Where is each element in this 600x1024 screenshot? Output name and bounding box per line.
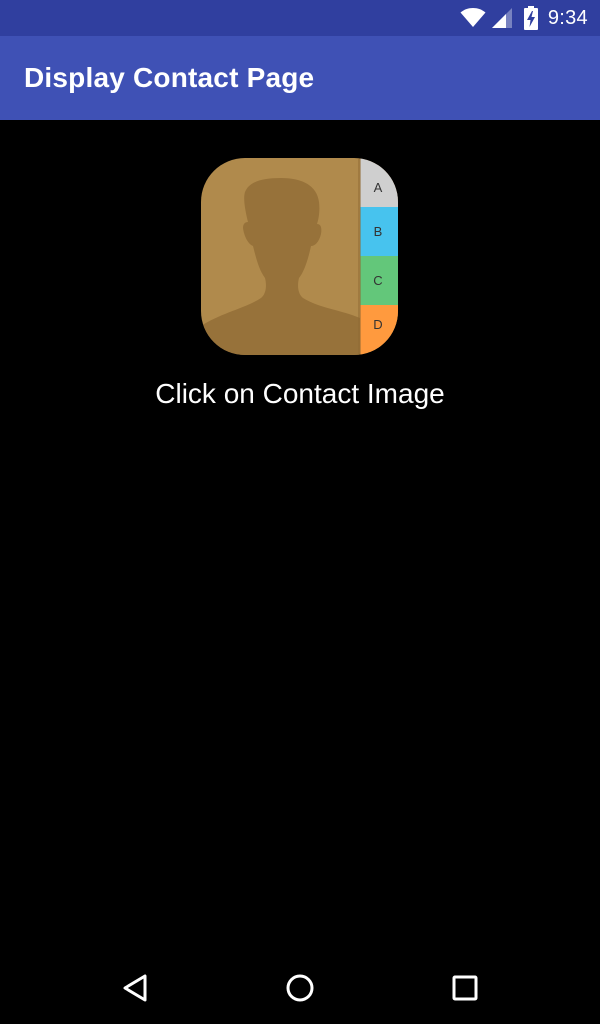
tab-label-b: B xyxy=(374,224,383,239)
tab-label-d: D xyxy=(373,317,382,332)
tab-label-c: C xyxy=(373,273,382,288)
status-clock: 9:34 xyxy=(547,6,588,29)
contacts-book-icon: A B C D xyxy=(201,158,398,355)
status-bar: 9:34 xyxy=(0,0,600,36)
battery-charging-icon xyxy=(523,6,538,30)
status-icons: 9:34 xyxy=(460,0,588,36)
tab-label-a: A xyxy=(374,180,383,195)
recents-button[interactable] xyxy=(443,966,487,1010)
signal-icon xyxy=(491,8,512,28)
back-icon xyxy=(123,974,147,1002)
page-title: Display Contact Page xyxy=(24,62,315,93)
home-icon xyxy=(286,974,314,1002)
app-bar: Display Contact Page xyxy=(0,36,600,120)
caption-text: Click on Contact Image xyxy=(155,378,445,409)
screen: 9:34 Display Contact Page A B C D Click … xyxy=(0,0,600,1024)
wifi-icon xyxy=(460,8,486,28)
recents-icon xyxy=(452,975,478,1001)
home-button[interactable] xyxy=(278,966,322,1010)
back-button[interactable] xyxy=(114,966,158,1010)
contact-image-button[interactable]: A B C D xyxy=(201,158,398,355)
navigation-bar xyxy=(0,952,600,1024)
